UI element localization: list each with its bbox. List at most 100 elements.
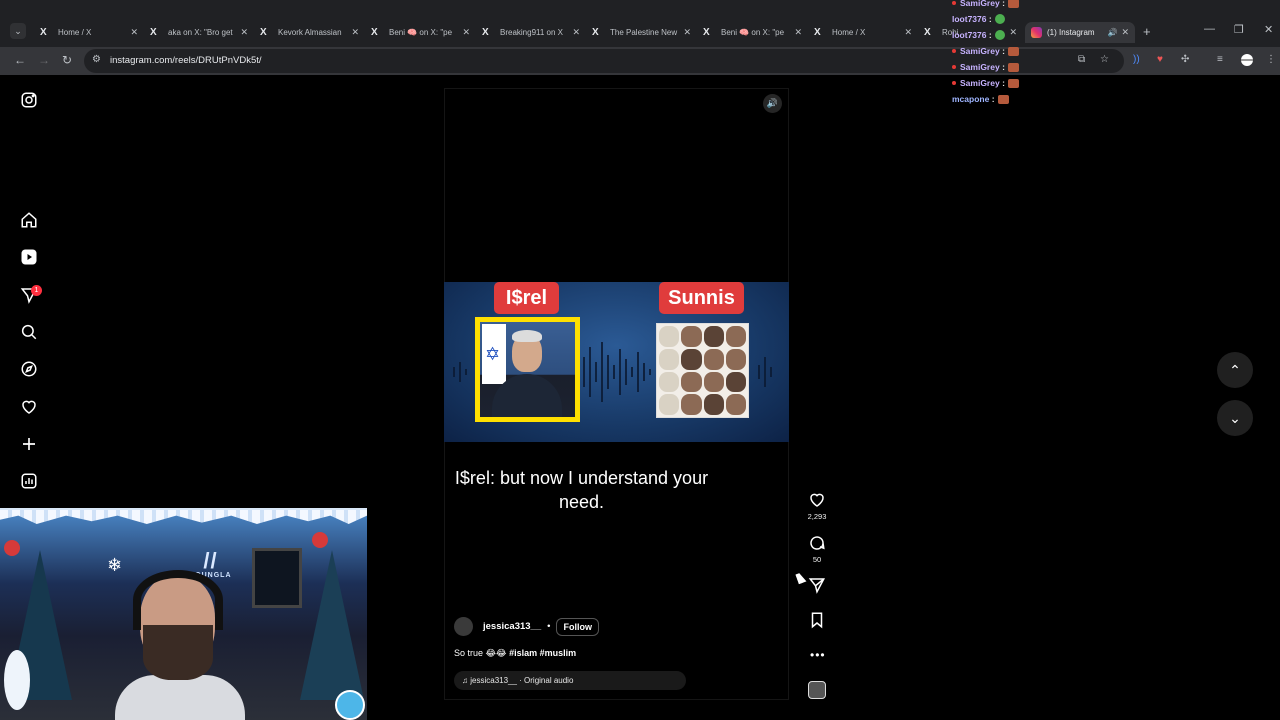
share-icon[interactable] bbox=[808, 576, 826, 594]
volume-icon[interactable]: 🔊 bbox=[763, 94, 782, 113]
chat-message: loot7376 : bbox=[952, 11, 1112, 27]
extension-audio-icon[interactable]: )) bbox=[1133, 54, 1140, 65]
restore-icon[interactable]: ❐ bbox=[1234, 23, 1244, 36]
chat-username: loot7376 bbox=[952, 14, 987, 24]
chat-message: SamiGrey : bbox=[952, 59, 1112, 75]
chat-username: mcapone bbox=[952, 94, 990, 104]
browser-tab[interactable]: X Breaking911 on X ✕ bbox=[476, 22, 586, 43]
tab-search-dropdown-icon[interactable]: ⌄ bbox=[10, 23, 26, 39]
reel-subtitle: I$rel: but now I understand your need. bbox=[454, 468, 709, 512]
chat-message: mcapone : bbox=[952, 91, 1112, 107]
x-logo-icon: X bbox=[703, 27, 710, 38]
mascot-image bbox=[335, 690, 365, 720]
tab-title: Beni 🧠 on X: "pe bbox=[721, 28, 785, 37]
notifications-icon[interactable] bbox=[20, 398, 38, 416]
browser-tab[interactable]: X Kevork Almassian ✕ bbox=[254, 22, 365, 43]
create-icon[interactable] bbox=[20, 435, 38, 453]
minimize-icon[interactable]: — bbox=[1204, 23, 1215, 35]
reel-caption: So true 😂😂 #islam #muslim bbox=[454, 648, 576, 659]
new-tab-icon[interactable]: + bbox=[1143, 24, 1151, 39]
right-label-tag: Sunnis bbox=[659, 282, 744, 314]
extensions-puzzle-icon[interactable]: ✣ bbox=[1181, 54, 1189, 65]
search-icon[interactable] bbox=[20, 323, 38, 341]
chat-username: SamiGrey bbox=[960, 46, 1000, 56]
close-tab-icon[interactable]: ✕ bbox=[1121, 27, 1129, 38]
x-logo-icon: X bbox=[924, 27, 931, 38]
tab-search-icon[interactable]: ≡ bbox=[1217, 54, 1223, 65]
original-audio-link[interactable]: ♫ jessica313__ · Original audio bbox=[454, 671, 686, 690]
audio-label: jessica313__ · Original audio bbox=[470, 676, 574, 685]
x-logo-icon: X bbox=[40, 27, 47, 38]
browser-tab[interactable]: X aka on X: "Bro get ✕ bbox=[144, 22, 254, 43]
tab-title: Home / X bbox=[58, 28, 92, 37]
comment-icon[interactable] bbox=[808, 534, 826, 552]
tab-title: Kevork Almassian bbox=[278, 28, 342, 37]
more-options-icon[interactable]: ••• bbox=[810, 648, 826, 662]
instagram-logo-icon[interactable] bbox=[20, 91, 38, 109]
reels-icon[interactable] bbox=[20, 248, 38, 266]
x-logo-icon: X bbox=[260, 27, 267, 38]
browser-tab[interactable]: X Beni 🧠 on X: "pe ✕ bbox=[697, 22, 808, 43]
reel-image-panel: I$rel Sunnis ✡ bbox=[444, 282, 789, 442]
dashboard-icon[interactable] bbox=[20, 472, 38, 490]
audio-thumbnail[interactable] bbox=[808, 681, 826, 699]
save-bookmark-icon[interactable] bbox=[808, 611, 826, 629]
author-avatar[interactable] bbox=[454, 617, 473, 636]
like-heart-icon[interactable] bbox=[808, 491, 826, 509]
stream-chat-overlay: SamiGrey : loot7376 : loot7376 : SamiGre… bbox=[952, 0, 1112, 107]
close-tab-icon[interactable]: ✕ bbox=[683, 27, 691, 38]
right-collage-image bbox=[656, 323, 749, 418]
chat-emote-icon bbox=[1007, 46, 1019, 56]
like-count: 2,293 bbox=[807, 512, 827, 521]
site-info-icon[interactable]: ⚙ bbox=[92, 54, 101, 65]
streamer-image bbox=[115, 570, 245, 720]
caption-hashtags[interactable]: #islam #muslim bbox=[509, 648, 576, 658]
back-icon[interactable]: ← bbox=[14, 53, 26, 67]
browser-tab[interactable]: X Home / X ✕ bbox=[808, 22, 918, 43]
tab-title: Home / X bbox=[832, 28, 866, 37]
x-logo-icon: X bbox=[150, 27, 157, 38]
ornament-image bbox=[312, 532, 328, 548]
chat-badge-icon bbox=[952, 81, 956, 85]
chat-message: SamiGrey : bbox=[952, 43, 1112, 59]
forward-icon[interactable]: → bbox=[38, 53, 50, 67]
profile-avatar-icon[interactable] bbox=[1241, 54, 1253, 66]
close-tab-icon[interactable]: ✕ bbox=[794, 27, 802, 38]
browser-menu-icon[interactable]: ⋮ bbox=[1266, 54, 1276, 65]
comment-count: 50 bbox=[812, 555, 822, 564]
x-logo-icon: X bbox=[592, 27, 599, 38]
explore-icon[interactable] bbox=[20, 360, 38, 378]
tab-title: Beni 🧠 on X: "pe bbox=[389, 28, 453, 37]
chat-message: SamiGrey : bbox=[952, 0, 1112, 11]
home-icon[interactable] bbox=[20, 211, 38, 229]
browser-tab[interactable]: X Beni 🧠 on X: "pe ✕ bbox=[365, 22, 476, 43]
x-logo-icon: X bbox=[482, 27, 489, 38]
close-tab-icon[interactable]: ✕ bbox=[572, 27, 580, 38]
author-username[interactable]: jessica313__ bbox=[483, 621, 541, 632]
icicle-border bbox=[0, 510, 367, 524]
chat-emote-icon bbox=[997, 94, 1009, 104]
left-portrait-image: ✡ bbox=[475, 317, 580, 422]
chat-emote-icon bbox=[1007, 78, 1019, 88]
extension-shield-icon[interactable]: ♥ bbox=[1157, 54, 1163, 65]
previous-reel-chevron-up-icon[interactable]: ⌃ bbox=[1217, 352, 1253, 388]
close-tab-icon[interactable]: ✕ bbox=[904, 27, 912, 38]
reload-icon[interactable]: ↻ bbox=[62, 53, 72, 67]
url-text: instagram.com/reels/DRUtPnVDk5t/ bbox=[110, 55, 262, 66]
tab-title: The Palestine New bbox=[610, 28, 678, 37]
x-logo-icon: X bbox=[371, 27, 378, 38]
close-tab-icon[interactable]: ✕ bbox=[462, 27, 470, 38]
music-note-icon: ♫ bbox=[462, 676, 468, 685]
reel-author-row: jessica313__ • Follow bbox=[454, 617, 599, 636]
close-tab-icon[interactable]: ✕ bbox=[130, 27, 138, 38]
next-reel-chevron-down-icon[interactable]: ⌄ bbox=[1217, 400, 1253, 436]
follow-button[interactable]: Follow bbox=[556, 617, 599, 636]
chat-emote-icon bbox=[1007, 62, 1019, 72]
chat-username: SamiGrey bbox=[960, 0, 1000, 8]
close-tab-icon[interactable]: ✕ bbox=[240, 27, 248, 38]
tab-title: aka on X: "Bro get bbox=[168, 28, 233, 37]
browser-tab[interactable]: X The Palestine New ✕ bbox=[586, 22, 697, 43]
close-window-icon[interactable]: ✕ bbox=[1264, 23, 1273, 36]
close-tab-icon[interactable]: ✕ bbox=[351, 27, 359, 38]
browser-tab[interactable]: X Home / X ✕ bbox=[34, 22, 144, 43]
